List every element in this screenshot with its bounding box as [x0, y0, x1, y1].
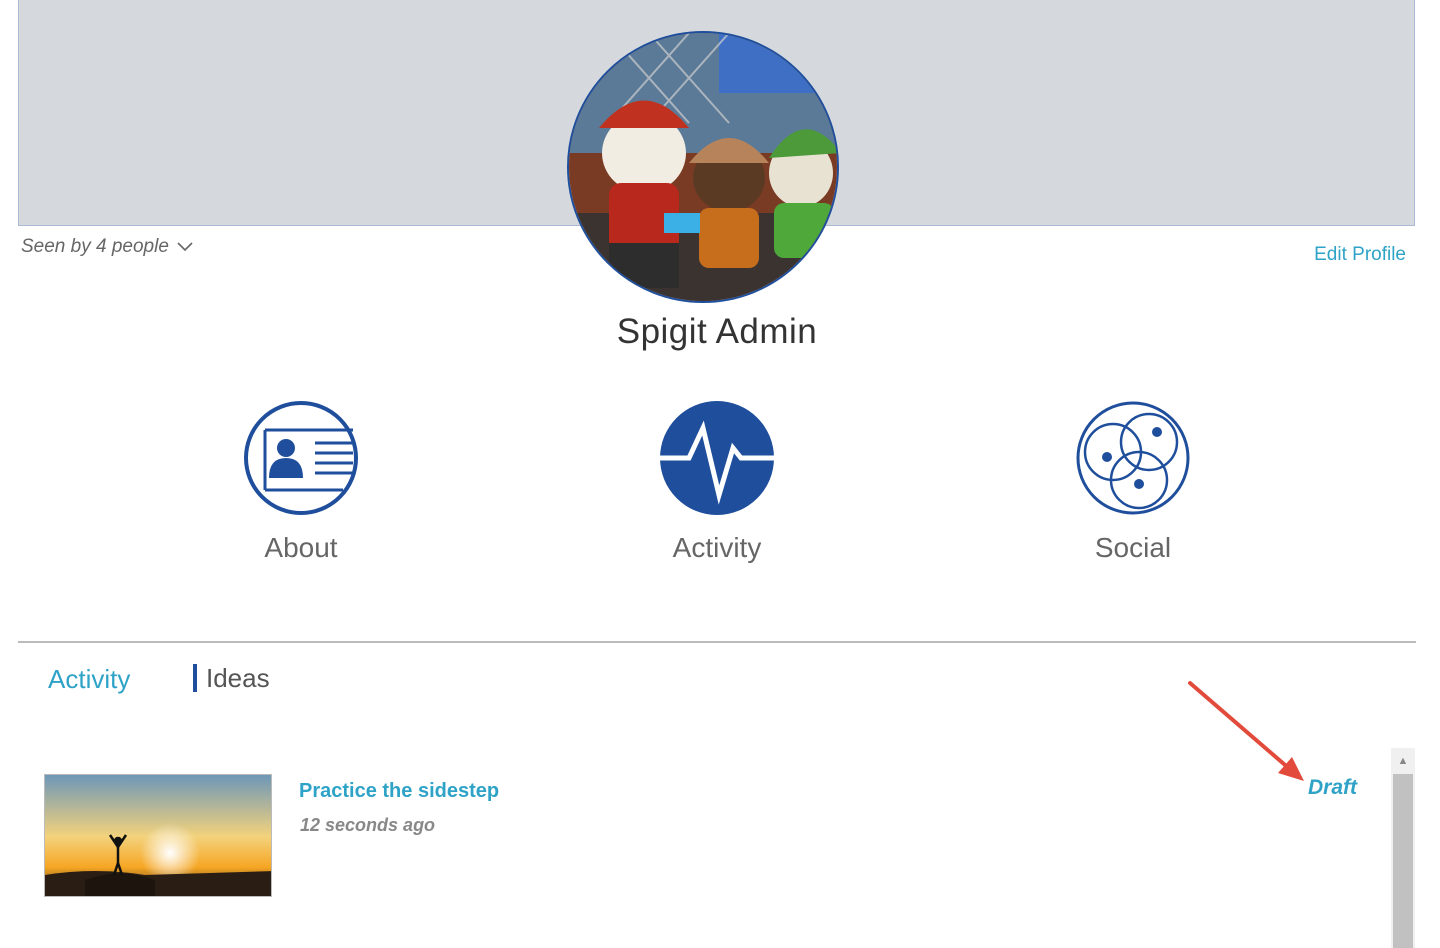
- nav-activity-label: Activity: [672, 532, 762, 563]
- nav-about[interactable]: About: [181, 400, 421, 564]
- seen-by-toggle[interactable]: Seen by 4 people: [21, 236, 193, 258]
- tab-ideas[interactable]: Ideas: [193, 664, 270, 692]
- nav-about-label: About: [264, 532, 338, 563]
- nav-social-label: Social: [1094, 532, 1172, 563]
- annotation-arrow-icon: [1188, 681, 1304, 781]
- avatar[interactable]: [567, 31, 839, 303]
- section-divider: [18, 641, 1416, 643]
- scroll-up-arrow-icon[interactable]: ▲: [1391, 748, 1415, 774]
- id-card-icon: [244, 401, 358, 515]
- pulse-icon: [659, 401, 775, 515]
- idea-title-link[interactable]: Practice the sidestep: [299, 780, 499, 803]
- vertical-scrollbar[interactable]: ▲: [1391, 748, 1415, 948]
- idea-thumbnail[interactable]: [44, 774, 272, 897]
- nav-social[interactable]: Social: [1013, 400, 1253, 564]
- idea-timestamp: 12 seconds ago: [300, 815, 436, 835]
- network-circles-icon: [1076, 401, 1190, 515]
- edit-profile-link[interactable]: Edit Profile: [1314, 244, 1406, 266]
- idea-status-badge: Draft: [1308, 776, 1358, 799]
- nav-activity[interactable]: Activity: [597, 400, 837, 564]
- tab-activity[interactable]: Activity: [48, 664, 130, 695]
- chevron-down-icon: [177, 242, 193, 252]
- scrollbar-thumb[interactable]: [1393, 774, 1413, 948]
- seen-by-label: Seen by 4 people: [21, 236, 169, 257]
- user-name: Spigit Admin: [616, 312, 818, 351]
